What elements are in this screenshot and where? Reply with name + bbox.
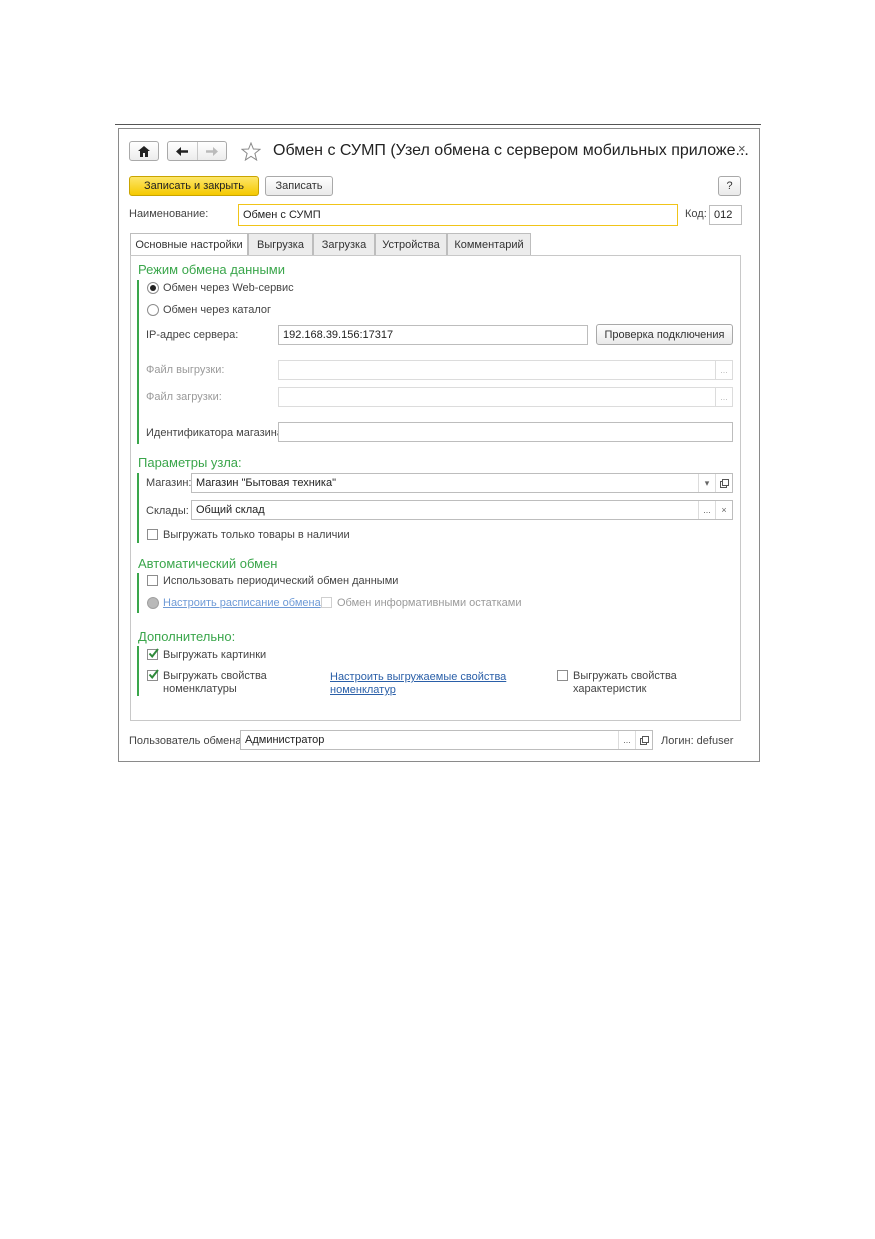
- section-auto-exchange-bar: [137, 573, 139, 613]
- exchange-user-browse-button[interactable]: ...: [618, 731, 635, 749]
- export-file-input[interactable]: ...: [278, 360, 733, 380]
- warehouses-label: Склады:: [146, 505, 189, 517]
- export-props-checkbox[interactable]: [147, 669, 159, 681]
- export-file-label: Файл выгрузки:: [146, 364, 225, 376]
- home-button[interactable]: [129, 141, 159, 161]
- section-auto-exchange-title: Автоматический обмен: [138, 556, 278, 571]
- section-node-params-title: Параметры узла:: [138, 455, 242, 470]
- warehouses-input[interactable]: Общий склад ... ×: [191, 500, 733, 520]
- export-props-label-line1: Выгружать свойства: [163, 670, 267, 682]
- login-label: Логин: defuser: [661, 735, 734, 747]
- home-icon: [138, 145, 150, 157]
- informative-label: Обмен информативными остатками: [337, 597, 522, 609]
- export-char-props-label-line1: Выгружать свойства: [573, 670, 677, 682]
- help-button[interactable]: ?: [718, 176, 741, 196]
- name-input[interactable]: Обмен с СУМП: [238, 204, 678, 226]
- store-label: Магазин:: [146, 477, 192, 489]
- window-title: Обмен с СУМП (Узел обмена с сервером моб…: [273, 142, 749, 159]
- informative-checkbox[interactable]: [321, 597, 332, 608]
- exchange-user-input[interactable]: Администратор ...: [240, 730, 653, 750]
- export-props-label-line2: номенклатуры: [163, 683, 237, 695]
- import-file-label: Файл загрузки:: [146, 391, 222, 403]
- save-and-close-button[interactable]: Записать и закрыть: [129, 176, 259, 196]
- section-exchange-mode-title: Режим обмена данными: [138, 262, 285, 277]
- open-user-icon[interactable]: [635, 731, 652, 749]
- arrow-right-icon: [205, 146, 218, 156]
- save-button[interactable]: Записать: [265, 176, 333, 196]
- use-periodic-label: Использовать периодический обмен данными: [163, 575, 399, 587]
- exchange-user-label: Пользователь обмена:: [129, 735, 245, 747]
- import-file-input[interactable]: ...: [278, 387, 733, 407]
- check-icon: [148, 669, 159, 680]
- export-char-props-label-line2: характеристик: [573, 683, 647, 695]
- check-icon: [148, 648, 159, 659]
- arrow-left-icon: [176, 146, 189, 156]
- tab-import[interactable]: Загрузка: [313, 233, 375, 255]
- import-file-browse-button[interactable]: ...: [715, 388, 732, 406]
- export-images-label: Выгружать картинки: [163, 649, 267, 661]
- section-additional-bar: [137, 646, 139, 696]
- store-value: Магазин "Бытовая техника": [196, 477, 336, 489]
- only-in-stock-label: Выгружать только товары в наличии: [163, 529, 350, 541]
- export-char-props-checkbox[interactable]: [557, 670, 568, 681]
- section-exchange-mode-bar: [137, 280, 139, 444]
- clear-icon[interactable]: ×: [715, 501, 732, 519]
- use-periodic-checkbox[interactable]: [147, 575, 158, 586]
- configure-props-link-line1[interactable]: Настроить выгружаемые свойства: [330, 671, 506, 683]
- export-file-browse-button[interactable]: ...: [715, 361, 732, 379]
- tab-devices[interactable]: Устройства: [375, 233, 447, 255]
- name-label: Наименование:: [129, 208, 209, 220]
- ip-label: IP-адрес сервера:: [146, 329, 239, 341]
- export-images-checkbox[interactable]: [147, 648, 159, 660]
- schedule-link[interactable]: Настроить расписание обмена: [163, 597, 321, 609]
- ip-input[interactable]: 192.168.39.156:17317: [278, 325, 588, 345]
- forward-button[interactable]: [198, 146, 227, 156]
- favorite-star-icon[interactable]: [241, 142, 261, 161]
- section-additional-title: Дополнительно:: [138, 629, 236, 644]
- radio-catalog[interactable]: [147, 304, 159, 316]
- only-in-stock-checkbox[interactable]: [147, 529, 158, 540]
- code-input[interactable]: 012: [709, 205, 742, 225]
- radio-web-service-label: Обмен через Web-сервис: [163, 282, 294, 294]
- check-connection-button[interactable]: Проверка подключения: [596, 324, 733, 345]
- store-id-label: Идентификатора магазина:: [146, 427, 287, 439]
- warehouses-browse-button[interactable]: ...: [698, 501, 715, 519]
- exchange-user-value: Администратор: [245, 734, 325, 746]
- close-icon[interactable]: ×: [738, 141, 746, 156]
- open-store-icon[interactable]: [715, 474, 732, 492]
- code-label: Код:: [685, 208, 707, 220]
- radio-catalog-label: Обмен через каталог: [163, 304, 272, 316]
- store-select[interactable]: Магазин "Бытовая техника" ▾: [191, 473, 733, 493]
- chevron-down-icon[interactable]: ▾: [698, 474, 715, 492]
- tab-comment[interactable]: Комментарий: [447, 233, 531, 255]
- warehouses-value: Общий склад: [196, 504, 265, 516]
- tab-main-settings[interactable]: Основные настройки: [130, 233, 248, 256]
- radio-web-service[interactable]: [147, 282, 159, 294]
- configure-props-link-line2[interactable]: номенклатур: [330, 684, 396, 696]
- schedule-icon: [147, 597, 159, 609]
- top-rule: [115, 124, 761, 125]
- section-node-params-bar: [137, 473, 139, 543]
- history-nav: [167, 141, 227, 161]
- store-id-input[interactable]: [278, 422, 733, 442]
- back-button[interactable]: [168, 142, 198, 160]
- tab-export[interactable]: Выгрузка: [248, 233, 313, 255]
